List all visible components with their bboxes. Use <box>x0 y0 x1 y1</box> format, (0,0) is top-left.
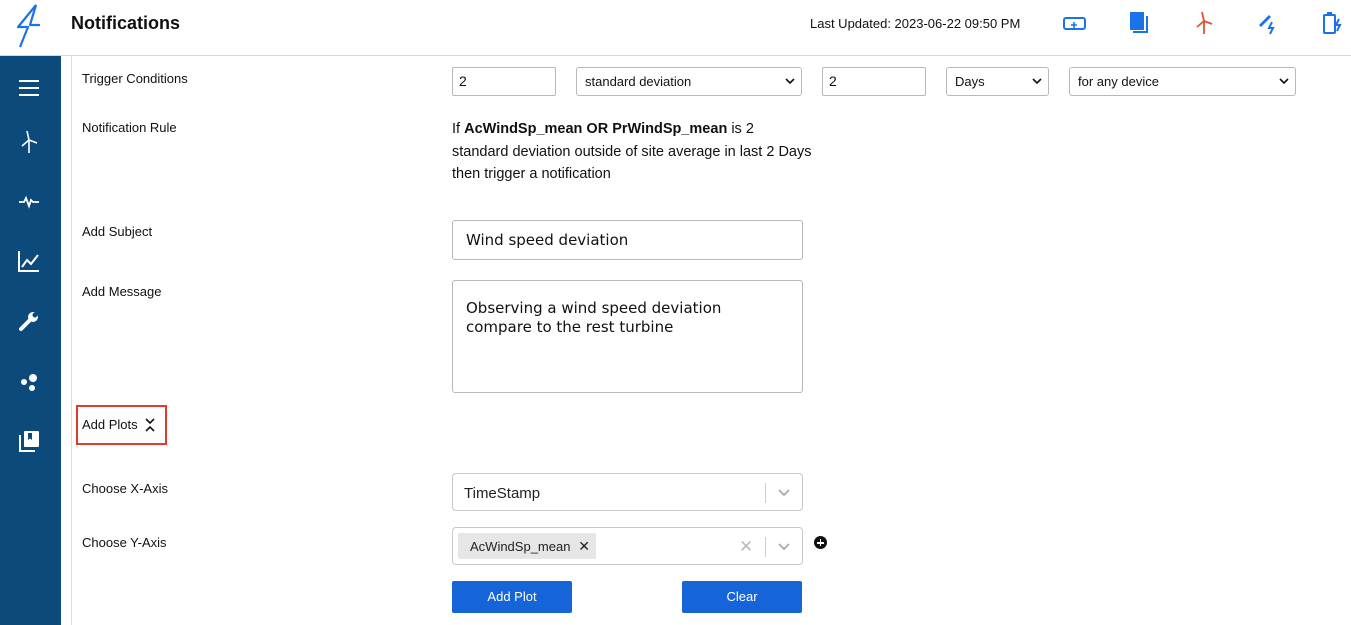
menu-icon[interactable] <box>17 76 41 100</box>
controller-icon[interactable] <box>1062 10 1088 36</box>
clear-button[interactable]: Clear <box>682 581 802 613</box>
chip-remove-icon[interactable]: ✕ <box>578 538 590 555</box>
subject-input[interactable]: Wind speed deviation <box>452 220 803 260</box>
add-plot-button[interactable]: Add Plot <box>452 581 572 613</box>
select-divider <box>765 537 766 557</box>
chevron-down-icon <box>1279 78 1289 85</box>
wrench-icon[interactable] <box>17 309 41 333</box>
power-edit-icon[interactable] <box>1256 10 1282 36</box>
pulse-icon[interactable] <box>17 190 41 214</box>
page-title: Notifications <box>71 13 181 33</box>
subject-label: Add Subject <box>82 224 153 239</box>
clear-all-icon[interactable]: ✕ <box>739 537 753 557</box>
notification-rule-label: Notification Rule <box>82 120 177 135</box>
notification-rule-text: If AcWindSp_mean OR PrWindSp_mean is 2 s… <box>452 121 812 182</box>
add-plots-label: Add Plots <box>82 417 138 432</box>
period-count-input[interactable]: 2 <box>822 67 926 96</box>
device-scope-select[interactable]: for any device <box>1069 67 1296 96</box>
content-divider <box>71 56 72 625</box>
logo-icon[interactable] <box>10 3 46 49</box>
select-divider <box>765 483 766 503</box>
statistic-select[interactable]: standard deviation <box>576 67 802 96</box>
cluster-icon[interactable] <box>17 370 41 394</box>
x-axis-label: Choose X-Axis <box>82 481 168 496</box>
chevron-down-icon <box>1032 78 1042 85</box>
y-axis-select[interactable]: AcWindSp_mean ✕ ✕ <box>452 527 803 565</box>
message-textarea[interactable]: Observing a wind speed deviation compare… <box>452 280 803 393</box>
library-icon[interactable] <box>17 429 41 453</box>
battery-charge-icon[interactable] <box>1320 10 1346 36</box>
add-y-axis-plus-icon[interactable] <box>814 536 827 549</box>
last-updated-text: Last Updated: 2023-06-22 09:50 PM <box>810 16 1021 31</box>
sidebar <box>0 56 61 625</box>
wind-turbine-icon[interactable] <box>17 130 41 154</box>
collapse-toggle-icon[interactable] <box>144 417 156 433</box>
top-header: Notifications Last Updated: 2023-06-22 0… <box>0 0 1351 56</box>
trigger-threshold-input[interactable]: 2 <box>452 67 556 96</box>
x-axis-value: TimeStamp <box>464 485 541 502</box>
x-axis-select[interactable]: TimeStamp <box>452 473 803 511</box>
chevron-down-icon <box>785 78 795 85</box>
wind-turbine-icon[interactable] <box>1191 10 1217 36</box>
y-axis-chip: AcWindSp_mean ✕ <box>458 533 596 559</box>
documents-icon[interactable] <box>1126 10 1152 36</box>
line-chart-icon[interactable] <box>17 249 41 273</box>
chevron-down-icon[interactable] <box>778 488 790 498</box>
trigger-conditions-label: Trigger Conditions <box>82 71 188 86</box>
chevron-down-icon[interactable] <box>778 542 790 552</box>
message-label: Add Message <box>82 284 162 299</box>
period-unit-select[interactable]: Days <box>946 67 1049 96</box>
y-axis-label: Choose Y-Axis <box>82 535 167 550</box>
